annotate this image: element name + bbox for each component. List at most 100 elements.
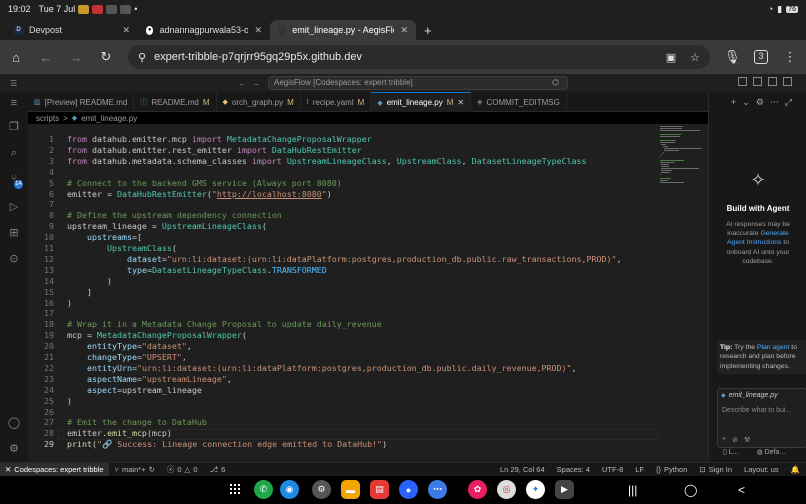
menu-icon[interactable]: ⋮	[782, 49, 798, 65]
editor-tab-emit-lineage[interactable]: ◆ emit_lineage.py M ✕	[371, 92, 472, 112]
keyboard-layout[interactable]: Layout: us	[738, 465, 785, 474]
toggle-secondary-sidebar-icon[interactable]	[768, 77, 777, 86]
context-attachment[interactable]: ◆ emit_lineage.py	[718, 389, 806, 399]
chat-footer-right-icon[interactable]: ◍ Defa...	[757, 448, 786, 456]
forward-arrow-icon[interactable]: →	[252, 79, 260, 88]
code-line[interactable]: aspect=upstream_lineage	[67, 385, 202, 395]
code-line[interactable]: )	[67, 396, 72, 406]
code-line[interactable]: upstream_lineage = UpstreamLineageClass(	[67, 221, 267, 231]
maximize-icon[interactable]: ⤢	[785, 97, 792, 108]
chat-footer-left-icon[interactable]: ▯ L...	[723, 448, 739, 456]
code-line[interactable]: emitter.emit_mcp(mcp)	[67, 428, 172, 438]
cursor-position[interactable]: Ln 29, Col 64	[494, 465, 551, 474]
chrome-app-icon[interactable]: ◎	[497, 480, 516, 499]
phone-app-icon[interactable]: ✆	[254, 480, 273, 499]
chevron-down-icon[interactable]: ⌄	[742, 97, 750, 108]
close-tab-icon[interactable]: ✕	[122, 25, 130, 36]
close-tab-icon[interactable]: ✕	[457, 98, 464, 107]
branch-indicator[interactable]: ⑂ main*+ ↻	[109, 465, 161, 474]
recent-app-icon[interactable]: ▶	[555, 480, 574, 499]
messages-app-icon[interactable]: ⋯	[428, 480, 447, 499]
problems-indicator[interactable]: ⓧ 0 △ 0	[161, 464, 204, 475]
settings-app-icon[interactable]: ⚙	[312, 480, 331, 499]
code-line[interactable]: changeType="UPSERT",	[67, 352, 187, 362]
code-line[interactable]: )	[67, 298, 72, 308]
customize-layout-icon[interactable]	[783, 77, 792, 86]
sign-in[interactable]: ⊡ Sign In	[693, 465, 738, 474]
settings-gear-icon[interactable]: ⚙	[756, 97, 764, 108]
settings-gear-icon[interactable]: ⚙	[7, 442, 21, 456]
notes-app-icon[interactable]: ▤	[370, 480, 389, 499]
home-icon[interactable]: ⌂	[8, 50, 24, 65]
add-context-icon[interactable]: +	[722, 436, 726, 444]
code-line[interactable]: from datahub.metadata.schema_classes imp…	[67, 156, 587, 166]
gemini-app-icon[interactable]: ✦	[526, 480, 545, 499]
reload-icon[interactable]: ↻	[98, 49, 114, 65]
ports-indicator[interactable]: ⎇ 6	[204, 465, 232, 474]
close-tab-icon[interactable]: ✕	[400, 25, 408, 36]
explorer-icon[interactable]: ❐	[7, 120, 21, 134]
code-line[interactable]: mcp = MetadataChangeProposalWrapper(	[67, 330, 247, 340]
code-editor[interactable]: 1 from datahub.emitter.mcp import Metadat…	[28, 124, 658, 462]
menu-hamburger-icon[interactable]: ☰	[10, 79, 17, 88]
recents-nav-button[interactable]: |||	[628, 483, 637, 497]
notifications-bell-icon[interactable]: 🔔	[785, 465, 806, 474]
address-bar[interactable]: ⚲ expert-tribble-p7qrjrr95gq29p5x.github…	[128, 45, 710, 69]
code-line[interactable]: # Wrap it in a Metadata Change Proposal …	[67, 319, 382, 329]
copilot-icon[interactable]: ⌬	[552, 77, 559, 89]
gallery-app-icon[interactable]: ✿	[468, 480, 487, 499]
back-arrow-icon[interactable]: ←	[238, 79, 246, 88]
app-drawer-icon[interactable]	[230, 484, 240, 494]
code-line[interactable]: ]	[67, 287, 92, 297]
extensions-icon[interactable]: ⊞	[7, 226, 21, 240]
code-line[interactable]: emitter = DataHubRestEmitter("http://loc…	[67, 189, 332, 199]
code-line[interactable]: from datahub.emitter.mcp import Metadata…	[67, 134, 372, 144]
new-tab-button[interactable]: +	[416, 20, 440, 40]
breadcrumb-folder[interactable]: scripts	[36, 114, 59, 123]
close-tab-icon[interactable]: ✕	[254, 25, 262, 36]
browser-tab-devpost[interactable]: D Devpost ✕	[6, 20, 138, 40]
run-debug-icon[interactable]: ▷	[7, 200, 21, 214]
code-line[interactable]: )	[67, 276, 112, 286]
code-line[interactable]: # Define the upstream dependency connect…	[67, 210, 282, 220]
editor-tab-orch-graph[interactable]: ◆ orch_graph.py M	[217, 92, 301, 112]
contacts-app-icon[interactable]: ◉	[280, 480, 299, 499]
site-info-icon[interactable]: ⚲	[138, 51, 146, 64]
back-icon[interactable]: ←	[38, 50, 54, 65]
remote-indicator[interactable]: ✕ Codespaces: expert tribble	[0, 462, 109, 477]
search-icon[interactable]: ⌕	[7, 146, 21, 160]
code-line[interactable]: dataset="urn:li:dataset:(urn:li:dataPlat…	[67, 254, 622, 264]
install-app-icon[interactable]: ▣	[666, 51, 676, 64]
browser-tab-github-repo[interactable]: ● adnannagpurwala53-oss/A ✕	[138, 20, 270, 40]
tab-count-button[interactable]: 3	[754, 50, 768, 64]
code-line[interactable]: upstreams=[	[67, 232, 142, 242]
tools-icon[interactable]: ⚒	[744, 436, 750, 444]
editor-tab-preview-readme[interactable]: ▥ [Preview] README.md	[28, 92, 135, 112]
agent-mode-icon[interactable]: ⊘	[732, 436, 738, 444]
breadcrumb-file[interactable]: emit_lineage.py	[81, 114, 137, 123]
encoding[interactable]: UTF-8	[596, 465, 629, 474]
code-line[interactable]: UpstreamClass(	[67, 243, 177, 253]
microphone-icon[interactable]: 🎙	[724, 49, 741, 65]
line-ending[interactable]: LF	[629, 465, 650, 474]
code-line[interactable]: entityUrn="urn:li:dataset:(urn:li:dataPl…	[67, 363, 577, 373]
code-line[interactable]: # Connect to the backend GMS service (Al…	[67, 178, 342, 188]
toggle-sidebar-icon[interactable]	[738, 77, 747, 86]
browser-tab-emit-lineage[interactable]: emit_lineage.py - AegisFlow ✕	[270, 20, 416, 40]
editor-tab-commit-editmsg[interactable]: ◈ COMMIT_EDITMSG	[471, 92, 567, 112]
chat-input[interactable]: Describe what to bui...	[718, 399, 806, 414]
new-chat-icon[interactable]: +	[731, 97, 736, 107]
code-line[interactable]: entityType="dataset",	[67, 341, 192, 351]
back-nav-button[interactable]: <	[738, 483, 745, 497]
files-app-icon[interactable]: ▬	[341, 480, 360, 499]
editor-tab-readme[interactable]: ⓘ README.md M	[134, 92, 217, 112]
toggle-panel-icon[interactable]	[753, 77, 762, 86]
indentation[interactable]: Spaces: 4	[551, 465, 596, 474]
minimap[interactable]	[658, 124, 708, 462]
code-line[interactable]: type=DatasetLineageTypeClass.TRANSFORMED	[67, 265, 327, 275]
editor-tab-recipe-yaml[interactable]: ! recipe.yaml M	[301, 92, 372, 112]
language-mode[interactable]: {} Python	[650, 465, 693, 474]
bookmark-star-icon[interactable]: ☆	[690, 51, 700, 64]
chat-app-icon[interactable]: ●	[399, 480, 418, 499]
code-line[interactable]: # Emit the change to DataHub	[67, 417, 207, 427]
